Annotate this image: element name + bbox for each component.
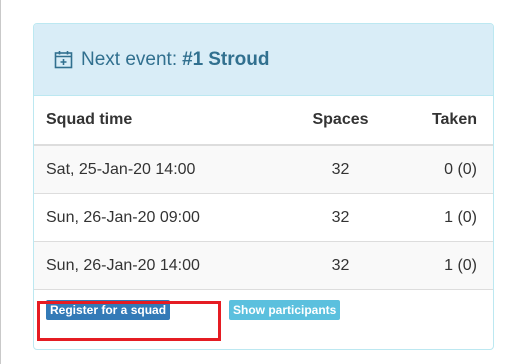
- heading-prefix: Next event:: [81, 48, 178, 70]
- event-number: #1: [182, 48, 204, 70]
- panel-heading: Next event: #1 Stroud: [34, 24, 493, 96]
- squad-time-cell: Sun, 26-Jan-20 14:00: [34, 241, 277, 289]
- calendar-plus-icon: [54, 51, 73, 69]
- header-spaces: Spaces: [277, 96, 404, 146]
- spaces-cell: 32: [277, 144, 404, 194]
- table-row: Sat, 25-Jan-20 14:00 32 0 (0): [34, 144, 493, 194]
- highlight-annotation: [37, 301, 221, 341]
- table-row: Sun, 26-Jan-20 09:00 32 1 (0): [34, 193, 493, 242]
- spaces-cell: 32: [277, 241, 404, 289]
- header-taken: Taken: [404, 96, 493, 146]
- spaces-cell: 32: [277, 193, 404, 242]
- table-header-row: Squad time Spaces Taken: [34, 96, 493, 146]
- taken-cell: 1 (0): [404, 193, 493, 242]
- squad-time-cell: Sat, 25-Jan-20 14:00: [34, 144, 277, 194]
- squad-table: Squad time Spaces Taken Sat, 25-Jan-20 1…: [34, 96, 493, 289]
- event-name: Stroud: [208, 48, 270, 70]
- show-participants-button[interactable]: Show participants: [229, 300, 341, 320]
- squad-time-cell: Sun, 26-Jan-20 09:00: [34, 193, 277, 242]
- table-row: Sun, 26-Jan-20 14:00 32 1 (0): [34, 241, 493, 289]
- taken-cell: 0 (0): [404, 144, 493, 194]
- header-squad-time: Squad time: [34, 96, 277, 146]
- taken-cell: 1 (0): [404, 241, 493, 289]
